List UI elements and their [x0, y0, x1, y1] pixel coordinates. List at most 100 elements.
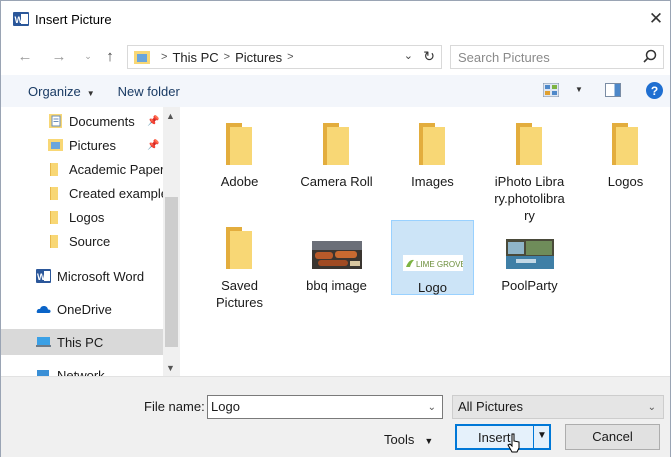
pin-icon: 📌 [147, 115, 160, 127]
mouse-pointer-icon [507, 433, 520, 453]
scroll-up-icon[interactable]: ▲ [166, 111, 175, 121]
forward-button[interactable]: → [49, 45, 69, 67]
sidebar-item-microsoft-word[interactable]: W Microsoft Word [1, 264, 163, 288]
folder-icon [225, 227, 252, 269]
file-label: iPhoto Library.photolibrary [494, 174, 565, 223]
file-label: Images [411, 174, 454, 189]
sidebar-item-label: Created example [69, 185, 168, 201]
title-bar: W Insert Picture ✕ [1, 1, 670, 37]
sidebar-item-label: Academic Paper [69, 161, 165, 177]
window-title: Insert Picture [35, 11, 112, 27]
sidebar-item-label: Documents [69, 113, 135, 129]
sidebar-item-logos[interactable]: Logos [1, 205, 163, 229]
onedrive-icon [36, 305, 51, 313]
word-icon: W [36, 269, 51, 283]
caret-down-icon: ▼ [424, 436, 434, 446]
tools-label: Tools [384, 432, 415, 447]
sidebar-item-pictures[interactable]: Pictures 📌 [1, 133, 163, 157]
recent-locations-button[interactable]: ⌄ [81, 45, 95, 67]
file-label: Saved Pictures [216, 278, 263, 310]
file-item-iphoto-library[interactable]: iPhoto Library.photolibrary [488, 115, 571, 224]
this-pc-icon [36, 337, 51, 347]
refresh-icon[interactable]: ↻ [423, 48, 435, 65]
organize-button[interactable]: Organize ▼ [28, 84, 95, 99]
preview-pane-icon[interactable] [605, 83, 621, 97]
forward-arrow-icon: → [51, 47, 67, 65]
insert-picture-dialog: W Insert Picture ✕ ← → ⌄ ↑ > This PC > P [0, 0, 671, 457]
search-placeholder: Search Pictures [458, 49, 550, 65]
scrollbar-thumb[interactable] [165, 197, 178, 347]
sidebar-item-documents[interactable]: Documents 📌 [1, 109, 163, 133]
address-row: ← → ⌄ ↑ > This PC > Pictures > ⌄ ↻ Searc… [1, 41, 670, 73]
sidebar-item-label: Microsoft Word [57, 268, 145, 284]
file-item-camera-roll[interactable]: Camera Roll [295, 115, 378, 190]
svg-text:W: W [15, 15, 24, 25]
address-bar[interactable]: > This PC > Pictures > ⌄ ↻ [127, 45, 442, 69]
file-item-logo[interactable]: LIME GROVE Logo [391, 220, 474, 295]
svg-text:W: W [37, 272, 46, 282]
sidebar-item-label: Logos [69, 209, 105, 225]
command-bar: Organize ▼ New folder ▼ ? [1, 75, 670, 107]
sidebar-item-this-pc[interactable]: This PC [1, 329, 163, 355]
file-item-saved-pictures[interactable]: Saved Pictures [198, 219, 281, 311]
sidebar-scrollbar[interactable]: ▲ ▼ [163, 107, 180, 376]
view-options-caret-icon[interactable]: ▼ [575, 85, 583, 94]
sidebar-item-network[interactable]: Network [1, 363, 163, 376]
file-item-images[interactable]: Images [391, 115, 474, 190]
file-label: Logo [418, 280, 447, 295]
file-item-adobe[interactable]: Adobe [198, 115, 281, 190]
address-dropdown-icon[interactable]: ⌄ [404, 49, 413, 62]
sidebar-item-academic-paper[interactable]: Academic Paper [1, 157, 165, 181]
breadcrumb-this-pc[interactable]: This PC [172, 50, 218, 65]
sidebar-item-label: This PC [57, 334, 104, 350]
sidebar-item-label: OneDrive [57, 301, 112, 317]
file-list: Adobe Camera Roll Images iPhoto Library.… [181, 107, 670, 376]
poolparty-image-thumbnail [505, 239, 554, 269]
close-icon: ✕ [648, 9, 664, 28]
close-button[interactable]: ✕ [642, 7, 670, 31]
file-label: PoolParty [501, 278, 558, 293]
folder-icon [225, 123, 252, 165]
pictures-folder-icon [48, 139, 63, 151]
help-icon[interactable]: ? [646, 82, 663, 99]
up-button[interactable]: ↑ [101, 45, 119, 67]
sidebar-item-label: Pictures [69, 137, 116, 153]
file-item-bbq-image[interactable]: bbq image [295, 219, 378, 294]
logo-image-thumbnail: LIME GROVE [402, 255, 463, 271]
file-item-logos[interactable]: Logos [584, 115, 667, 190]
folder-icon [322, 123, 349, 165]
insert-label: Insert [478, 430, 511, 445]
search-input[interactable]: Search Pictures [450, 45, 664, 69]
breadcrumb-separator: > [287, 51, 294, 63]
folder-icon [418, 123, 445, 165]
change-view-icon[interactable] [543, 83, 559, 97]
breadcrumb-pictures[interactable]: Pictures [235, 50, 282, 65]
cancel-button[interactable]: Cancel [565, 424, 660, 450]
back-arrow-icon: ← [17, 47, 33, 65]
breadcrumb-separator: > [161, 51, 168, 63]
sidebar-item-source[interactable]: Source [1, 229, 163, 253]
tools-button[interactable]: Tools ▼ [384, 432, 433, 447]
chevron-down-icon[interactable]: ⌄ [428, 397, 436, 419]
navigation-pane: Documents 📌 Pictures 📌 Academic Paper Cr… [1, 107, 181, 376]
file-type-select[interactable]: All Pictures ⌄ [452, 395, 664, 419]
file-name-label: File name: [144, 399, 205, 414]
folder-icon [515, 123, 542, 165]
network-icon [37, 370, 49, 376]
file-label: bbq image [306, 278, 367, 293]
search-icon[interactable] [643, 49, 657, 63]
file-name-field[interactable]: Logo ⌄ [207, 395, 443, 419]
file-item-poolparty[interactable]: PoolParty [488, 219, 571, 294]
sidebar-item-label: Source [69, 233, 111, 249]
chevron-down-icon: ⌄ [647, 402, 656, 413]
folder-icon [50, 163, 58, 176]
back-button[interactable]: ← [15, 45, 35, 67]
folder-icon [50, 211, 58, 224]
bbq-image-thumbnail [311, 241, 362, 269]
insert-button[interactable]: Insert ▼ [455, 424, 551, 450]
scroll-down-icon[interactable]: ▼ [166, 363, 175, 373]
insert-options-caret-icon[interactable]: ▼ [537, 430, 547, 441]
new-folder-button[interactable]: New folder [118, 84, 180, 99]
sidebar-item-onedrive[interactable]: OneDrive [1, 297, 163, 321]
sidebar-item-created-example[interactable]: Created example [1, 181, 168, 205]
